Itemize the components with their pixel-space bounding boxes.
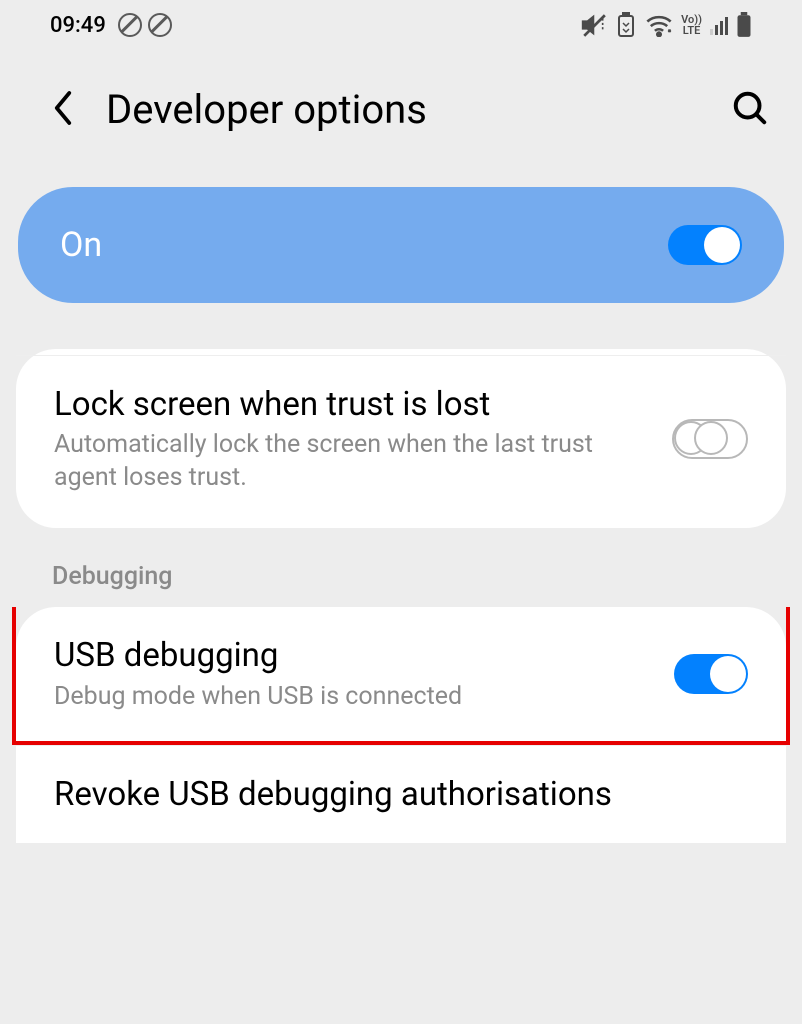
toggle-knob [704, 227, 740, 263]
status-right: Vo)) LTE [581, 12, 752, 38]
lock-trust-toggle[interactable] [672, 419, 748, 459]
chevron-left-icon [50, 88, 76, 128]
notification-icons [118, 13, 172, 37]
toggle-knob-overlap [694, 421, 728, 455]
battery-icon [736, 12, 752, 38]
setting-text: Lock screen when trust is lost Automatic… [54, 384, 672, 494]
notification-icon [118, 13, 142, 37]
battery-saver-icon [615, 12, 637, 38]
volte-icon: Vo)) LTE [681, 14, 702, 36]
setting-title: Revoke USB debugging authorisations [54, 774, 728, 815]
master-toggle-label: On [60, 225, 102, 265]
master-toggle-card[interactable]: On [18, 187, 784, 303]
setting-title: USB debugging [54, 635, 654, 676]
setting-lock-screen-trust[interactable]: Lock screen when trust is lost Automatic… [16, 355, 786, 522]
signal-icon [710, 15, 728, 35]
back-button[interactable] [50, 80, 84, 139]
app-header: Developer options [0, 50, 802, 169]
mute-vibrate-icon [581, 12, 607, 38]
setting-desc: Debug mode when USB is connected [54, 681, 654, 714]
setting-usb-debugging[interactable]: USB debugging Debug mode when USB is con… [12, 607, 790, 745]
master-toggle[interactable] [668, 225, 742, 265]
setting-desc: Automatically lock the screen when the l… [54, 429, 652, 494]
notification-icon [148, 13, 172, 37]
setting-text: USB debugging Debug mode when USB is con… [54, 635, 674, 713]
status-bar: 09:49 Vo)) LTE [0, 0, 802, 50]
setting-text: Revoke USB debugging authorisations [54, 774, 748, 815]
section-label-debugging: Debugging [52, 562, 802, 591]
status-left: 09:49 [50, 13, 172, 38]
setting-title: Lock screen when trust is lost [54, 384, 652, 425]
search-button[interactable] [723, 81, 777, 138]
settings-card: Lock screen when trust is lost Automatic… [16, 349, 786, 528]
debugging-card: USB debugging Debug mode when USB is con… [16, 607, 786, 843]
toggle-knob [710, 656, 746, 692]
page-title: Developer options [106, 86, 723, 133]
wifi-icon [645, 13, 673, 37]
status-time: 09:49 [50, 13, 106, 38]
search-icon [731, 89, 769, 127]
setting-revoke-usb-auth[interactable]: Revoke USB debugging authorisations [16, 745, 786, 843]
usb-debugging-toggle[interactable] [674, 654, 748, 694]
